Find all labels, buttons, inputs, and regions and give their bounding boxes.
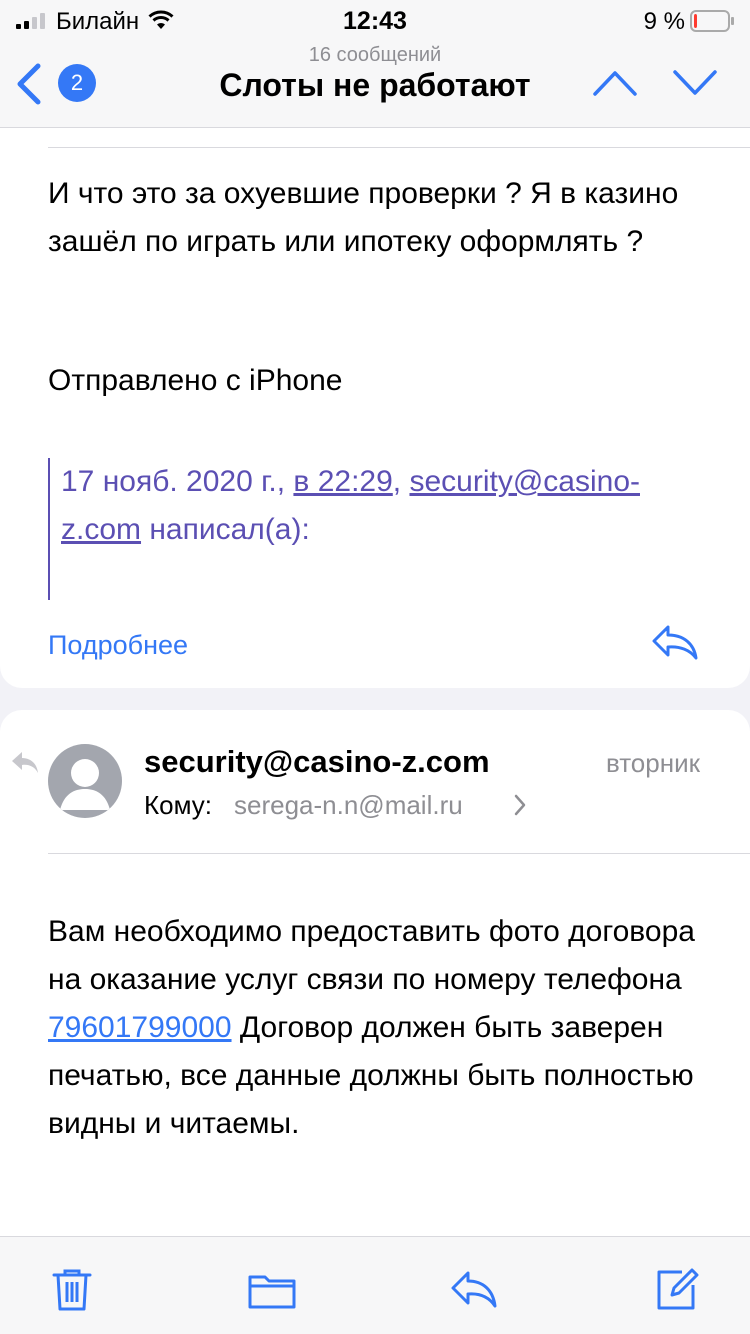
message-signature: Отправлено с iPhone: [48, 364, 343, 397]
body-text-before-phone: Вам необходимо предоставить фото договор…: [48, 915, 695, 996]
message-body: Вам необходимо предоставить фото договор…: [48, 908, 728, 1148]
reply-icon[interactable]: [650, 622, 700, 662]
trash-icon[interactable]: [48, 1265, 96, 1313]
sender-address[interactable]: security@casino-z.com: [144, 744, 490, 780]
quote-date: 17 нояб. 2020 г.,: [61, 465, 286, 498]
message-card-reply: И что это за охуевшие проверки ? Я в каз…: [0, 128, 750, 688]
person-icon: [60, 759, 110, 810]
chevron-right-icon[interactable]: [513, 794, 527, 816]
quote-wrote: написал(а):: [149, 513, 310, 546]
more-link[interactable]: Подробнее: [48, 630, 188, 661]
battery-icon: [690, 10, 734, 32]
divider: [48, 147, 750, 148]
avatar[interactable]: [48, 744, 122, 818]
chevron-up-icon[interactable]: [592, 68, 638, 98]
bottom-toolbar: [0, 1236, 750, 1334]
phone-link[interactable]: 79601799000: [48, 1011, 232, 1044]
recipient-address[interactable]: serega-n.n@mail.ru: [234, 790, 463, 821]
replied-indicator-icon: [12, 752, 38, 773]
divider: [48, 853, 750, 854]
chevron-down-icon[interactable]: [672, 68, 718, 98]
battery-percent: 9 %: [643, 8, 685, 35]
message-card-security[interactable]: security@casino-z.com вторник Кому: sere…: [0, 710, 750, 1240]
folder-icon[interactable]: [248, 1265, 296, 1313]
quote-comma: ,: [392, 465, 402, 498]
status-bar: Билайн 12:43 9 %: [0, 0, 750, 40]
compose-icon[interactable]: [652, 1265, 700, 1313]
message-count: 16 сообщений: [308, 44, 442, 66]
message-date: вторник: [605, 748, 700, 778]
recipient-label: Кому:: [144, 790, 212, 820]
message-body: И что это за охуевшие проверки ? Я в каз…: [48, 177, 679, 258]
nav-bar: 2 16 сообщений Слоты не работают: [0, 40, 750, 128]
clock: 12:43: [343, 7, 407, 35]
reply-icon[interactable]: [450, 1265, 498, 1313]
quote-time-link[interactable]: в 22:29: [293, 465, 392, 498]
quoted-header: 17 нояб. 2020 г., в 22:29, security@casi…: [48, 458, 698, 600]
